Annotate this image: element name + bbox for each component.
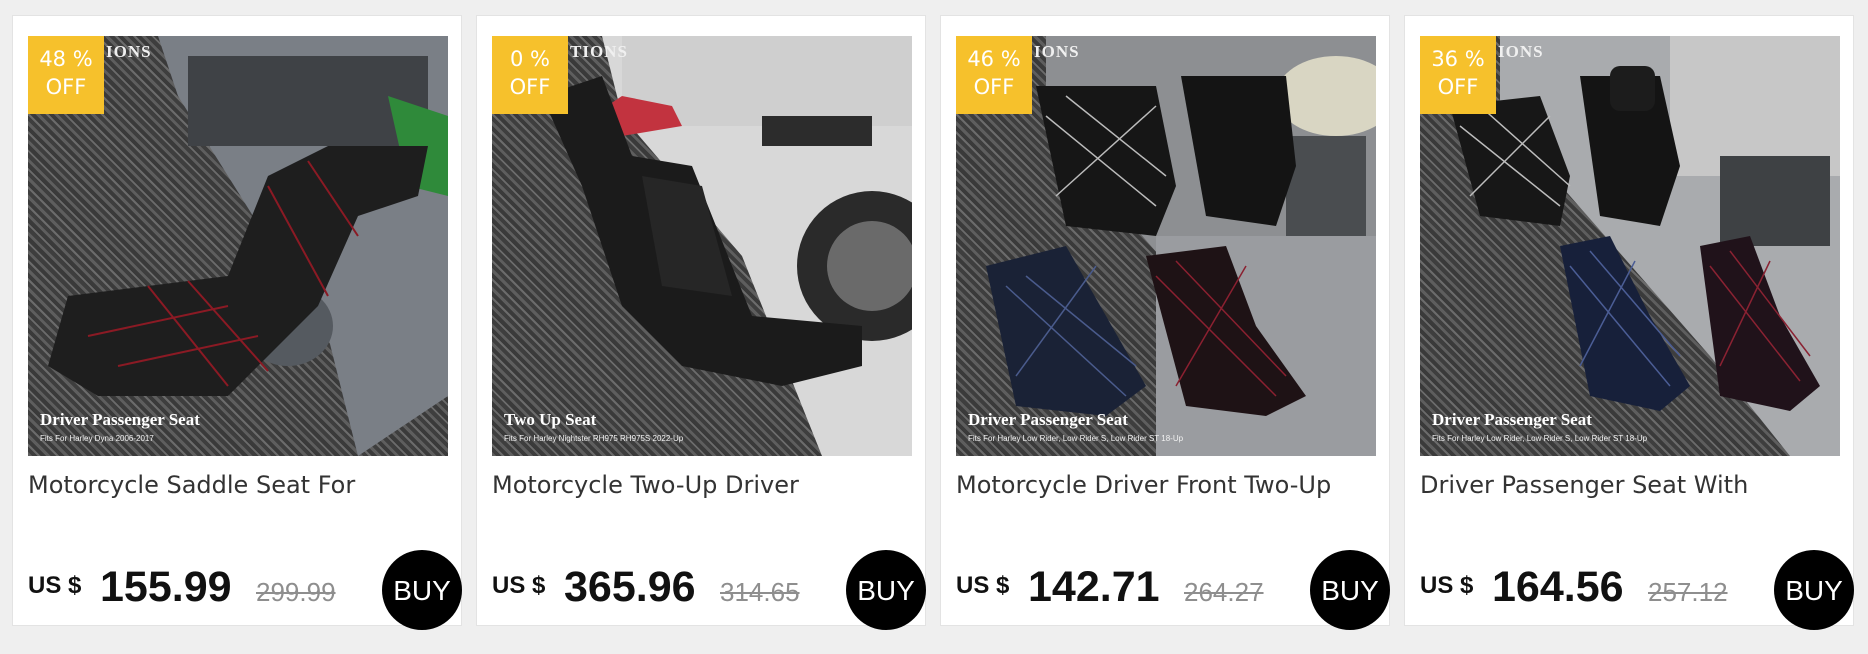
image-caption: Driver Passenger Seat [1432,410,1592,429]
buy-button[interactable]: BUY [846,550,926,630]
product-title[interactable]: Motorcycle Driver Front Two-Up [956,471,1386,499]
discount-percent: 0 % [510,47,550,71]
image-subcaption: Fits For Harley Low Rider, Low Rider S, … [968,434,1184,443]
product-image[interactable]: 46 % OFF IONS Driver Passenger Seat Fits… [956,36,1376,456]
image-caption: Driver Passenger Seat [40,410,200,429]
discount-badge: 48 % OFF [28,36,104,114]
price-row: US $ 365.96 314.65 BUY [492,550,926,636]
price-row: US $ 142.71 264.27 BUY [956,550,1390,636]
original-price: 314.65 [720,577,800,607]
discount-percent: 36 % [1431,47,1485,71]
discount-badge: 46 % OFF [956,36,1032,114]
original-price: 264.27 [1184,577,1264,607]
original-price: 257.12 [1648,577,1728,607]
product-title[interactable]: Motorcycle Two-Up Driver [492,471,922,499]
currency-label: US $ [956,572,1010,599]
discount-off-label: OFF [1437,75,1479,99]
price-row: US $ 164.56 257.12 BUY [1420,550,1854,636]
product-title[interactable]: Driver Passenger Seat With [1420,471,1850,499]
currency-label: US $ [492,572,546,599]
product-card[interactable]: 46 % OFF IONS Driver Passenger Seat Fits… [940,15,1390,630]
discount-percent: 46 % [967,47,1021,71]
brand-watermark: IONS [1498,42,1544,61]
image-subcaption: Fits For Harley Nightster RH975 RH975S 2… [504,434,684,443]
brand-watermark: IONS [1034,42,1080,61]
brand-watermark: TIONS [570,42,628,61]
product-image[interactable]: 36 % OFF IONS Driver Passenger Seat Fits… [1420,36,1840,456]
buy-button[interactable]: BUY [382,550,462,630]
buy-button[interactable]: BUY [1310,550,1390,630]
product-image[interactable]: 48 % OFF IONS Driver Passenger Seat Fits… [28,36,448,456]
product-image[interactable]: 0 % OFF TIONS Two Up Seat Fits For Harle… [492,36,912,456]
image-caption: Two Up Seat [504,410,597,429]
discount-off-label: OFF [973,75,1015,99]
product-title[interactable]: Motorcycle Saddle Seat For [28,471,458,499]
discount-badge: 0 % OFF [492,36,568,114]
sale-price: 155.99 [100,563,232,611]
sale-price: 142.71 [1028,563,1160,611]
discount-badge: 36 % OFF [1420,36,1496,114]
buy-button[interactable]: BUY [1774,550,1854,630]
discount-off-label: OFF [45,75,87,99]
product-grid: 48 % OFF IONS Driver Passenger Seat Fits… [12,15,1854,630]
image-subcaption: Fits For Harley Low Rider, Low Rider S, … [1432,434,1648,443]
discount-off-label: OFF [509,75,551,99]
brand-watermark: IONS [106,42,152,61]
sale-price: 365.96 [564,563,696,611]
product-card[interactable]: 48 % OFF IONS Driver Passenger Seat Fits… [12,15,462,630]
original-price: 299.99 [256,577,336,607]
discount-percent: 48 % [39,47,93,71]
image-subcaption: Fits For Harley Dyna 2006-2017 [40,434,154,443]
product-card[interactable]: 0 % OFF TIONS Two Up Seat Fits For Harle… [476,15,926,630]
currency-label: US $ [28,572,82,599]
sale-price: 164.56 [1492,563,1624,611]
price-row: US $ 155.99 299.99 BUY [28,550,462,636]
image-caption: Driver Passenger Seat [968,410,1128,429]
product-card[interactable]: 36 % OFF IONS Driver Passenger Seat Fits… [1404,15,1854,630]
currency-label: US $ [1420,572,1474,599]
